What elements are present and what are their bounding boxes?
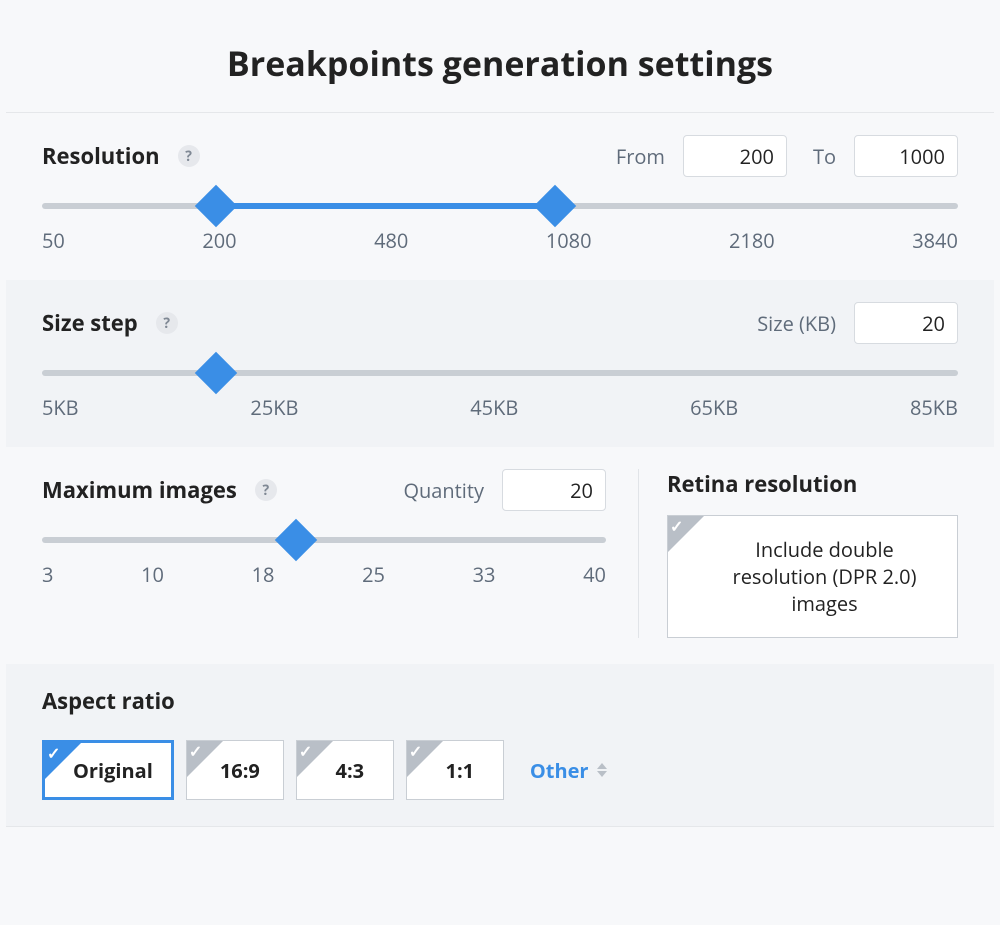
help-icon[interactable]: ? (178, 145, 200, 167)
max-images-section: Maximum images ? Quantity 3 10 18 25 33 … (6, 447, 994, 664)
tick-label: 10 (141, 561, 164, 588)
size-step-slider-handle[interactable] (195, 352, 237, 394)
resolution-section: Resolution ? From To 50 200 480 1080 218… (6, 113, 994, 280)
aspect-ratio-label: Aspect ratio (42, 686, 175, 716)
help-icon[interactable]: ? (156, 312, 178, 334)
tick-label: 1080 (546, 227, 592, 254)
tick-label: 65KB (690, 394, 738, 421)
resolution-slider-fill (216, 203, 555, 209)
max-images-slider[interactable] (42, 537, 606, 543)
size-step-section: Size step ? Size (KB) 5KB 25KB 45KB 65KB… (6, 280, 994, 447)
tick-label: 50 (42, 227, 65, 254)
size-kb-label: Size (KB) (757, 310, 836, 337)
help-icon[interactable]: ? (255, 479, 277, 501)
aspect-option-other[interactable]: Other (516, 740, 621, 800)
aspect-option-4-3[interactable]: 4:3 (296, 740, 394, 800)
size-step-label: Size step (42, 308, 138, 338)
tick-label: 2180 (729, 227, 775, 254)
to-label: To (813, 143, 836, 170)
check-icon (45, 743, 81, 779)
resolution-slider-handle-from[interactable] (195, 185, 237, 227)
aspect-option-16-9[interactable]: 16:9 (186, 740, 284, 800)
retina-option-label: Include double resolution (DPR 2.0) imag… (733, 536, 917, 617)
tick-label: 40 (583, 561, 606, 588)
retina-checkbox[interactable]: Include double resolution (DPR 2.0) imag… (667, 515, 958, 638)
tick-label: 85KB (910, 394, 958, 421)
retina-label: Retina resolution (667, 469, 857, 499)
max-images-label: Maximum images (42, 475, 237, 505)
check-icon (407, 741, 443, 777)
aspect-ratio-section: Aspect ratio Original 16:9 4:3 1:1 Other (6, 664, 994, 826)
tick-label: 5KB (42, 394, 79, 421)
resolution-to-input[interactable] (854, 135, 958, 177)
aspect-option-1-1[interactable]: 1:1 (406, 740, 504, 800)
from-label: From (616, 143, 665, 170)
check-icon (187, 741, 223, 777)
divider (6, 826, 994, 827)
size-step-slider[interactable] (42, 370, 958, 376)
tick-label: 3 (42, 561, 53, 588)
size-step-ticks: 5KB 25KB 45KB 65KB 85KB (42, 394, 958, 421)
resolution-from-input[interactable] (683, 135, 787, 177)
aspect-option-original[interactable]: Original (42, 740, 174, 800)
resolution-ticks: 50 200 480 1080 2180 3840 (42, 227, 958, 254)
page-title: Breakpoints generation settings (6, 6, 994, 112)
check-icon (668, 516, 704, 552)
tick-label: 25 (362, 561, 385, 588)
check-icon (297, 741, 333, 777)
tick-label: 480 (374, 227, 408, 254)
tick-label: 25KB (250, 394, 298, 421)
quantity-label: Quantity (403, 477, 484, 504)
tick-label: 45KB (470, 394, 518, 421)
resolution-slider-handle-to[interactable] (534, 185, 576, 227)
max-images-slider-handle[interactable] (275, 519, 317, 561)
resolution-slider[interactable] (42, 203, 958, 209)
max-images-input[interactable] (502, 469, 606, 511)
tick-label: 200 (202, 227, 236, 254)
tick-label: 3840 (912, 227, 958, 254)
sort-icon (597, 763, 607, 777)
resolution-label: Resolution (42, 141, 160, 171)
tick-label: 18 (252, 561, 275, 588)
aspect-other-label: Other (530, 757, 589, 784)
size-step-input[interactable] (854, 302, 958, 344)
max-images-ticks: 3 10 18 25 33 40 (42, 561, 606, 588)
tick-label: 33 (473, 561, 496, 588)
